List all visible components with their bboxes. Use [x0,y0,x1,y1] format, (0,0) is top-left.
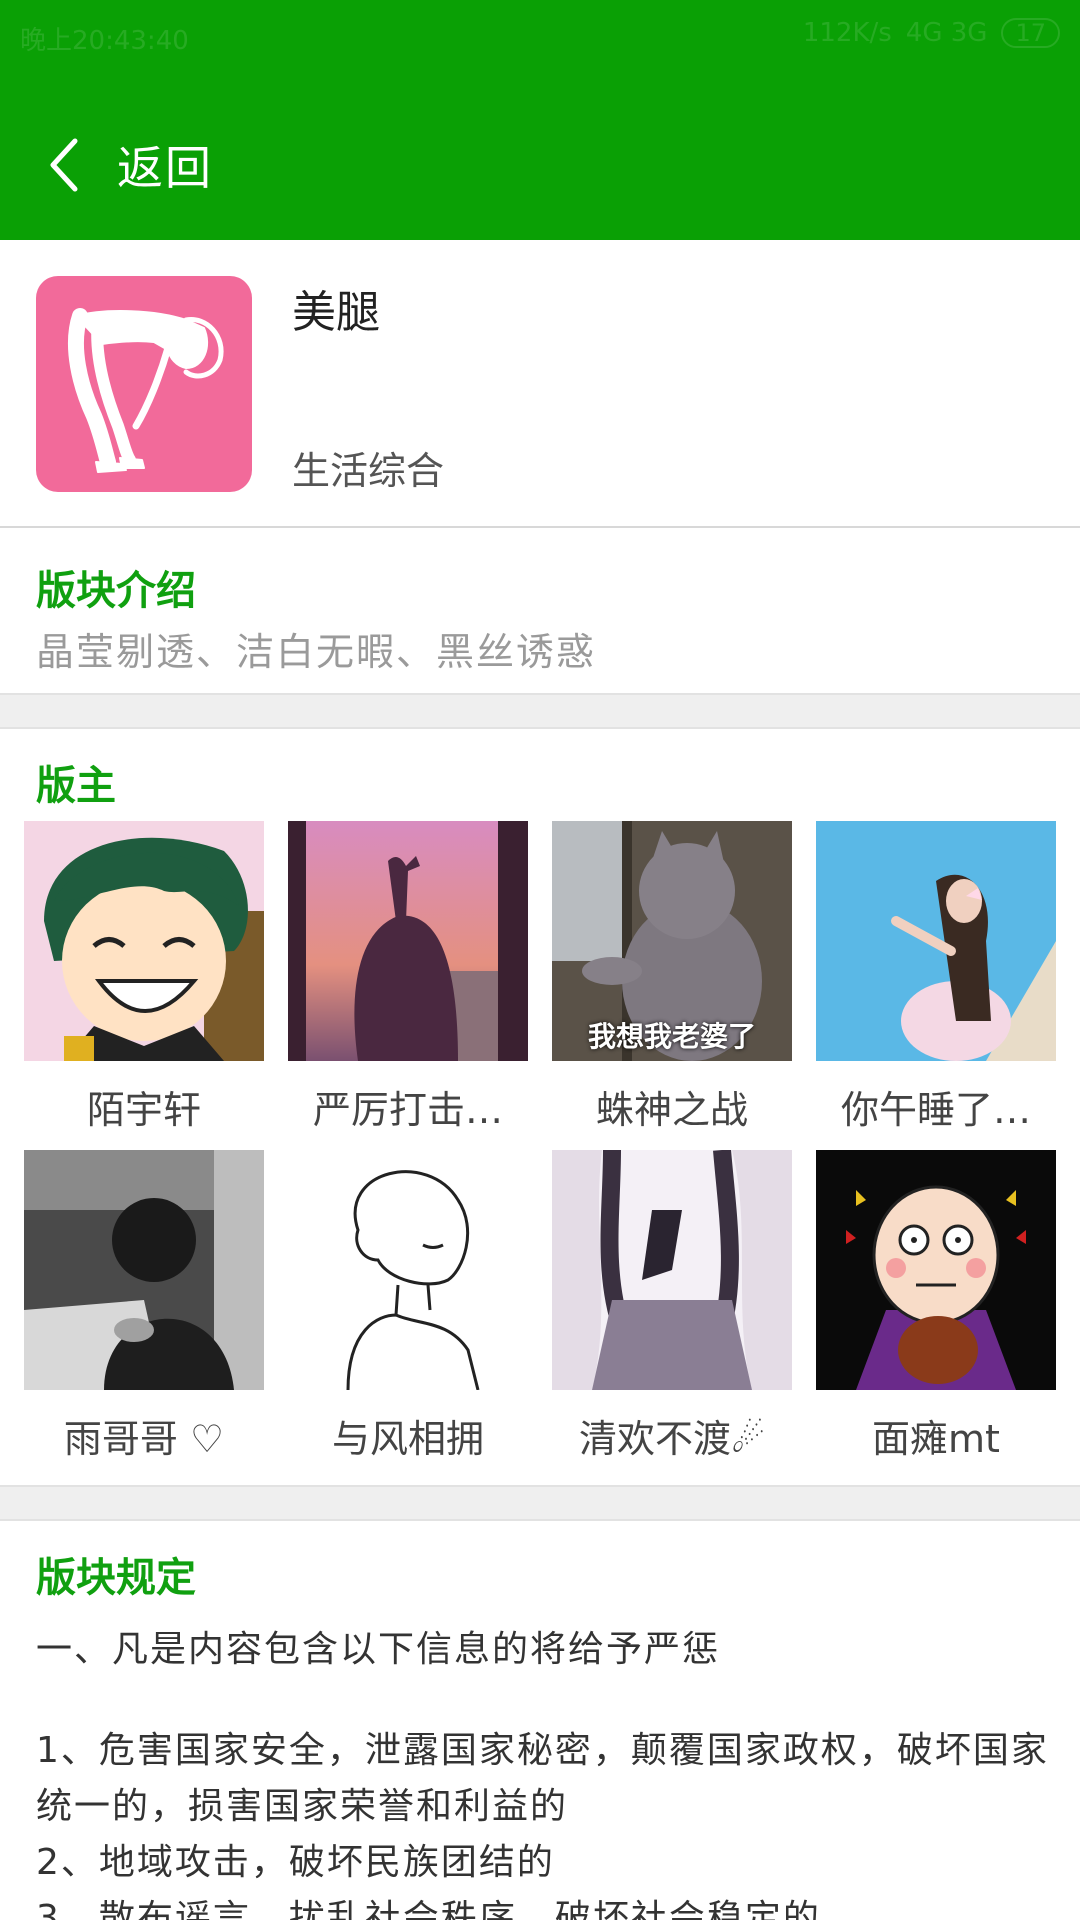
moderator-item[interactable]: 雨哥哥 ♡ [24,1150,264,1470]
moderator-avatar: 我想我老婆了 [552,821,792,1061]
section-divider [0,1485,1080,1521]
rule-item: 2、地域攻击，破坏民族团结的 [36,1842,555,1883]
moderator-avatar [552,1150,792,1390]
forum-rules-section: 版块规定 一、凡是内容包含以下信息的将给予严惩 1、危害国家安全，泄露国家秘密，… [0,1521,1080,1920]
figure-silhouette-icon [36,276,252,492]
back-label: 返回 [117,141,213,195]
moderator-name: 与风相拥 [331,1417,484,1461]
intro-title: 版块介绍 [36,568,196,614]
signal-icon: 4G 3G [905,18,988,48]
moderator-item[interactable]: 与风相拥 [288,1150,528,1470]
forum-intro-section: 版块介绍 晶莹剔透、洁白无暇、黑丝诱惑 [0,528,1080,693]
moderator-name: 面瘫mt [872,1417,1000,1461]
moderator-avatar [288,821,528,1061]
rule-item: 1、危害国家安全，泄露国家秘密，颠覆国家政权，破坏国家统一的，损害国家荣誉和利益… [36,1730,1049,1827]
moderator-avatar [816,1150,1056,1390]
moderator-avatar [816,821,1056,1061]
moderators-title: 版主 [36,763,116,809]
moderator-item[interactable]: 清欢不渡☄ [552,1150,792,1470]
moderator-name: 你午睡了… [840,1088,1031,1132]
moderator-avatar [24,1150,264,1390]
network-speed: 112K/s [802,18,892,48]
status-time: 晚上20:43:40 [20,26,189,56]
moderator-name: 陌宇轩 [86,1088,201,1132]
moderator-name: 严厉打击… [312,1088,503,1132]
app-header: 晚上20:43:40 112K/s 4G 3G 17 返回 [0,0,1080,240]
forum-category: 生活综合 [292,449,445,493]
avatar-caption: 我想我老婆了 [587,1020,756,1053]
intro-text: 晶莹剔透、洁白无暇、黑丝诱惑 [36,630,597,674]
status-indicators: 112K/s 4G 3G 17 [803,18,1060,48]
moderator-name: 蛛神之战 [595,1088,748,1132]
moderators-section: 版主 陌宇轩 严厉打击… 我想我老婆了 蛛神之战 你午睡了… 雨哥哥 ♡ 与风相… [0,729,1080,1485]
status-bar: 晚上20:43:40 112K/s 4G 3G 17 [0,0,1080,70]
chevron-left-icon [50,138,78,192]
rules-lead: 一、凡是内容包含以下信息的将给予严惩 [36,1629,721,1670]
moderator-name: 清欢不渡☄ [578,1417,766,1461]
moderator-avatar [24,821,264,1061]
moderator-name: 雨哥哥 ♡ [63,1417,225,1461]
moderator-item[interactable]: 你午睡了… [816,821,1056,1141]
moderator-avatar [288,1150,528,1390]
forum-name: 美腿 [292,287,380,338]
moderator-item[interactable]: 陌宇轩 [24,821,264,1141]
moderator-item[interactable]: 严厉打击… [288,821,528,1141]
battery-icon: 17 [1001,18,1060,48]
section-divider [0,693,1080,729]
rule-item: 3、散布谣言，扰乱社会秩序，破坏社会稳定的 [36,1898,821,1920]
forum-info-card: 美腿 生活综合 [0,240,1080,528]
rules-title: 版块规定 [36,1555,196,1601]
back-button[interactable]: 返回 [45,135,213,195]
moderator-item[interactable]: 面瘫mt [816,1150,1056,1470]
moderator-item[interactable]: 我想我老婆了 蛛神之战 [552,821,792,1141]
